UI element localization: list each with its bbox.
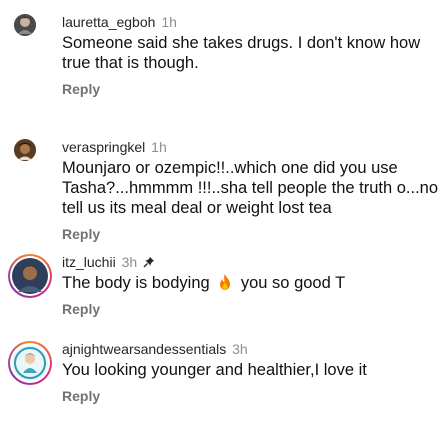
reply-button[interactable]: Reply	[62, 301, 442, 317]
comment-meta: veraspringkel 1h	[62, 139, 442, 156]
timestamp: 1h	[161, 14, 177, 30]
fire-emoji-icon	[220, 274, 231, 290]
comment-text: Someone said she takes drugs. I don't kn…	[62, 34, 421, 72]
comment-meta: itz_luchii 3h	[62, 254, 442, 271]
comment-text: Mounjaro or ozempic!!..which one did you…	[62, 159, 439, 217]
username[interactable]: veraspringkel	[62, 139, 145, 155]
comment-meta: lauretta_egboh 1h	[62, 14, 442, 31]
username[interactable]: itz_luchii	[62, 254, 116, 270]
reply-button[interactable]: Reply	[62, 226, 442, 242]
avatar[interactable]	[14, 14, 36, 36]
profile-photo-icon	[12, 345, 48, 381]
timestamp: 3h	[232, 341, 248, 357]
comment-meta: ajnightwearsandessentials 3h	[62, 341, 442, 358]
profile-photo-icon	[14, 139, 36, 161]
comment-text-part: you so good T	[240, 274, 346, 292]
profile-photo-icon	[12, 258, 48, 294]
comment-text: You looking younger and healthier,I love…	[62, 361, 367, 379]
avatar[interactable]	[14, 139, 36, 161]
username[interactable]: lauretta_egboh	[62, 14, 155, 30]
timestamp: 3h	[121, 254, 138, 270]
avatar[interactable]	[8, 341, 52, 385]
timestamp: 1h	[151, 139, 167, 155]
username[interactable]: ajnightwearsandessentials	[62, 341, 226, 357]
profile-photo-icon	[14, 14, 36, 36]
comment-text: The body is bodying you so good T	[62, 273, 442, 293]
avatar[interactable]	[8, 254, 52, 298]
pin-icon	[143, 257, 155, 268]
reply-button[interactable]: Reply	[62, 81, 442, 97]
comment-text-part: The body is bodying	[62, 274, 210, 292]
reply-button[interactable]: Reply	[62, 388, 442, 404]
